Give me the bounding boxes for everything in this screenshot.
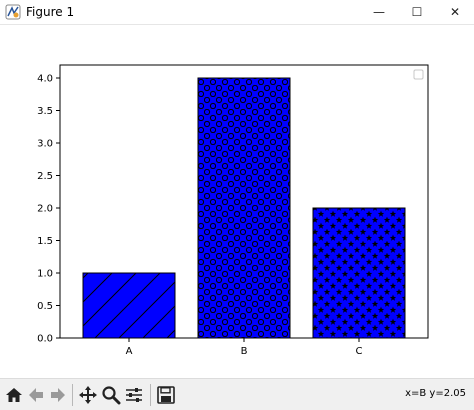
navigation-toolbar: x=B y=2.05 (0, 378, 474, 410)
zoom-button[interactable] (99, 383, 123, 407)
y-tick-label: 0.0 (37, 334, 53, 345)
y-tick-label: 3.5 (37, 106, 53, 117)
y-tick-label: 2.0 (37, 204, 53, 215)
configure-subplots-button[interactable] (122, 383, 146, 407)
y-tick-label: 1.5 (37, 236, 53, 247)
window-title: Figure 1 (26, 5, 75, 19)
pan-button[interactable] (76, 383, 100, 407)
pan-icon (79, 386, 97, 404)
close-icon: ✕ (449, 5, 461, 19)
window-titlebar: Figure 1 — ☐ ✕ (0, 0, 474, 25)
home-icon (6, 388, 22, 402)
y-tick-label: 4.0 (37, 74, 53, 85)
subplots-icon (126, 388, 142, 402)
close-button[interactable]: ✕ (436, 0, 474, 24)
y-tick-label: 0.5 (37, 301, 53, 312)
save-figure-button[interactable] (154, 383, 178, 407)
back-button[interactable] (24, 383, 48, 407)
home-button[interactable] (2, 383, 26, 407)
bar-A (82, 272, 176, 339)
back-arrow-icon (29, 388, 43, 402)
minimize-button[interactable]: — (360, 0, 398, 24)
bar-C (312, 207, 406, 339)
save-icon (157, 386, 175, 404)
maximize-button[interactable]: ☐ (398, 0, 436, 24)
legend-box (413, 69, 424, 80)
toolbar-separator (72, 384, 73, 406)
bar-B (197, 77, 291, 339)
figure-canvas[interactable]: A B C 0.0 0.5 1.0 1.5 2.0 2.5 3.0 3.5 4.0 (0, 25, 474, 378)
maximize-icon: ☐ (411, 5, 423, 19)
y-tick-label: 3.0 (37, 139, 53, 150)
bar-chart: A B C 0.0 0.5 1.0 1.5 2.0 2.5 3.0 3.5 4.0 (37, 64, 429, 357)
forward-button[interactable] (46, 383, 70, 407)
x-tick-label: A (126, 346, 133, 357)
minimize-icon: — (373, 5, 385, 19)
matplotlib-app-icon (5, 4, 21, 20)
toolbar-separator (150, 384, 151, 406)
y-tick-label: 1.0 (37, 269, 53, 280)
cursor-coordinates: x=B y=2.05 (405, 388, 466, 399)
y-tick-label: 2.5 (37, 171, 53, 182)
x-tick-label: B (241, 346, 248, 357)
zoom-icon (102, 386, 121, 405)
forward-arrow-icon (51, 388, 65, 402)
x-tick-label: C (356, 346, 363, 357)
